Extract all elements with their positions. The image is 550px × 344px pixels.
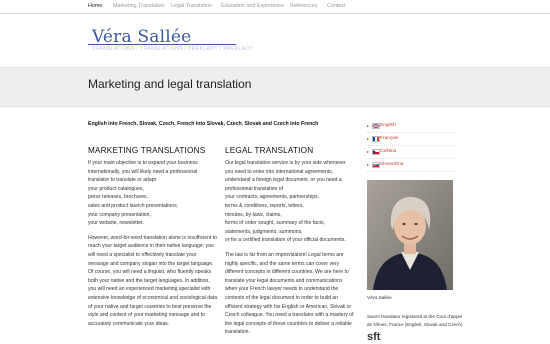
paragraph-line: professional translation of	[225, 185, 284, 192]
legal-column: LEGAL TRANSLATION Our legal translation …	[225, 146, 367, 343]
sworn-translator-note: Sworn translator registered at the Cour …	[367, 313, 463, 329]
language-item-slovak[interactable]: ▸ Slovenčina	[367, 159, 455, 172]
paragraph-line: will need a specialist to effectively tr…	[88, 251, 197, 258]
slovak-flag-icon	[372, 162, 380, 168]
bullet-arrow-icon: ▸	[367, 149, 370, 154]
paragraph-line: you will need an experienced marketing s…	[88, 286, 211, 293]
paragraph-line: of your native and target countries to b…	[88, 303, 212, 310]
language-item-czech[interactable]: ▸ Čeština	[367, 146, 455, 159]
paragraph-line: message and company slogan into the targ…	[88, 260, 214, 267]
paragraph-line: terms & conditions, reports, letters,	[225, 202, 304, 209]
paragraph-line: the legal concepts of these countries to…	[225, 320, 352, 327]
paragraph-line: press releases, brochures,	[88, 194, 149, 201]
legal-paragraph-2: The law is far from an improvisation! Le…	[225, 251, 367, 337]
paragraph-line: Of course, you will need a linguist, who…	[88, 269, 212, 276]
bullet-arrow-icon: ▸	[367, 123, 370, 128]
paragraph-line: accurately communicate your ideas.	[88, 320, 170, 327]
marketing-paragraph-1: If your main objective is to expand your…	[88, 159, 230, 228]
paragraph-line: However, word-for-word translation alone…	[88, 234, 218, 241]
marketing-heading: MARKETING TRANSLATIONS	[88, 146, 206, 155]
paragraph-line: your website, newsletter.	[88, 220, 144, 227]
nav-contact[interactable]: Contact	[327, 3, 346, 9]
paragraph-line: Czech colleague. You need a translator w…	[225, 312, 354, 319]
paragraph-line: translator to translate or adapt	[88, 177, 156, 184]
logo-divider	[88, 44, 236, 45]
paragraph-line: forms of order sought, summary of the fa…	[225, 220, 325, 227]
sworn-line: de Nîmes, France (English, Slovak and Cz…	[367, 321, 463, 327]
language-switcher: ▸ English ▸ Français ▸ Čeština ▸ Slovenč…	[367, 120, 455, 172]
site-logo-tagline: TRANSLATIONS / TRANSLATIONS / PREKLADY /…	[92, 46, 254, 52]
paragraph-line: minutes, by-laws, claims,	[225, 211, 282, 218]
translator-portrait	[367, 180, 453, 290]
paragraph-line: or for a certified translation of your o…	[225, 237, 346, 244]
portrait-caption: Véra Sallée	[367, 296, 392, 301]
paragraph-line: efficient strategy with his English or A…	[225, 303, 352, 310]
paragraph-line: reach your target audience in their nati…	[88, 243, 214, 250]
paragraph-line: style and content of your marketing mess…	[88, 312, 205, 319]
language-label: Čeština	[380, 148, 397, 154]
language-pairs-intro: English into French, Slovak, Czech. Fren…	[88, 121, 319, 127]
uk-flag-icon	[372, 123, 380, 129]
nav-education-experience[interactable]: Education and Experience	[221, 3, 284, 9]
page-title: Marketing and legal translation	[88, 77, 252, 91]
paragraph-line: your product catalogues,	[88, 185, 144, 192]
paragraph-line: extensive knowledge of economical and so…	[88, 294, 218, 301]
language-label: Slovenčina	[380, 161, 404, 167]
paragraph-line: contents of the legal document in order …	[225, 294, 338, 301]
paragraph-line: different concepts in different countrie…	[225, 269, 349, 276]
language-item-french[interactable]: ▸ Français	[367, 133, 455, 146]
sft-logo[interactable]: sft	[367, 331, 380, 343]
paragraph-line: If your main objective is to expand your…	[88, 160, 198, 166]
paragraph-line: statements, judgments, summons,	[225, 228, 303, 235]
legal-heading: LEGAL TRANSLATION	[225, 146, 314, 155]
top-navigation: Home Marketing Translation Legal Transla…	[0, 0, 550, 14]
language-label: English	[380, 122, 396, 128]
nav-references[interactable]: References	[290, 3, 318, 9]
france-flag-icon	[372, 136, 380, 142]
paragraph-line: both your native and the target language…	[88, 277, 210, 284]
nav-legal-translation[interactable]: Legal Translation	[171, 3, 212, 9]
paragraph-line: The law is far from an improvisation! Le…	[225, 251, 344, 258]
paragraph-line: understand a foreign legal document, or …	[225, 177, 342, 184]
marketing-paragraph-2: However, word-for-word translation alone…	[88, 234, 230, 329]
nav-marketing-translation[interactable]: Marketing Translation	[113, 3, 165, 9]
paragraph-line: translation.	[225, 329, 250, 336]
paragraph-line: sales and product launch presentations,	[88, 202, 179, 209]
czech-flag-icon	[372, 149, 380, 155]
bullet-arrow-icon: ▸	[367, 136, 370, 141]
paragraph-line: you need to enter into international agr…	[225, 168, 334, 175]
paragraph-line: Our legal translation service is by your…	[225, 160, 346, 166]
paragraph-line: translate your legal documents and commu…	[225, 277, 343, 284]
bullet-arrow-icon: ▸	[367, 162, 370, 167]
legal-paragraph-1: Our legal translation service is by your…	[225, 159, 367, 245]
paragraph-line: your company presentation,	[88, 211, 151, 218]
language-label: Français	[380, 135, 399, 141]
paragraph-line: internationally, you will likely need a …	[88, 168, 198, 175]
language-item-english[interactable]: ▸ English	[367, 120, 455, 133]
paragraph-line: highly specific, and the same terms can …	[225, 260, 340, 267]
nav-home[interactable]: Home	[88, 3, 102, 9]
sworn-line: Sworn translator registered at the Cour …	[367, 314, 463, 319]
paragraph-line: your contracts, agreements, partnerships…	[225, 194, 319, 201]
marketing-column: MARKETING TRANSLATIONS If your main obje…	[88, 146, 230, 334]
page-banner: Marketing and legal translation	[0, 67, 550, 107]
paragraph-line: when your French lawyer needs to underst…	[225, 286, 339, 293]
